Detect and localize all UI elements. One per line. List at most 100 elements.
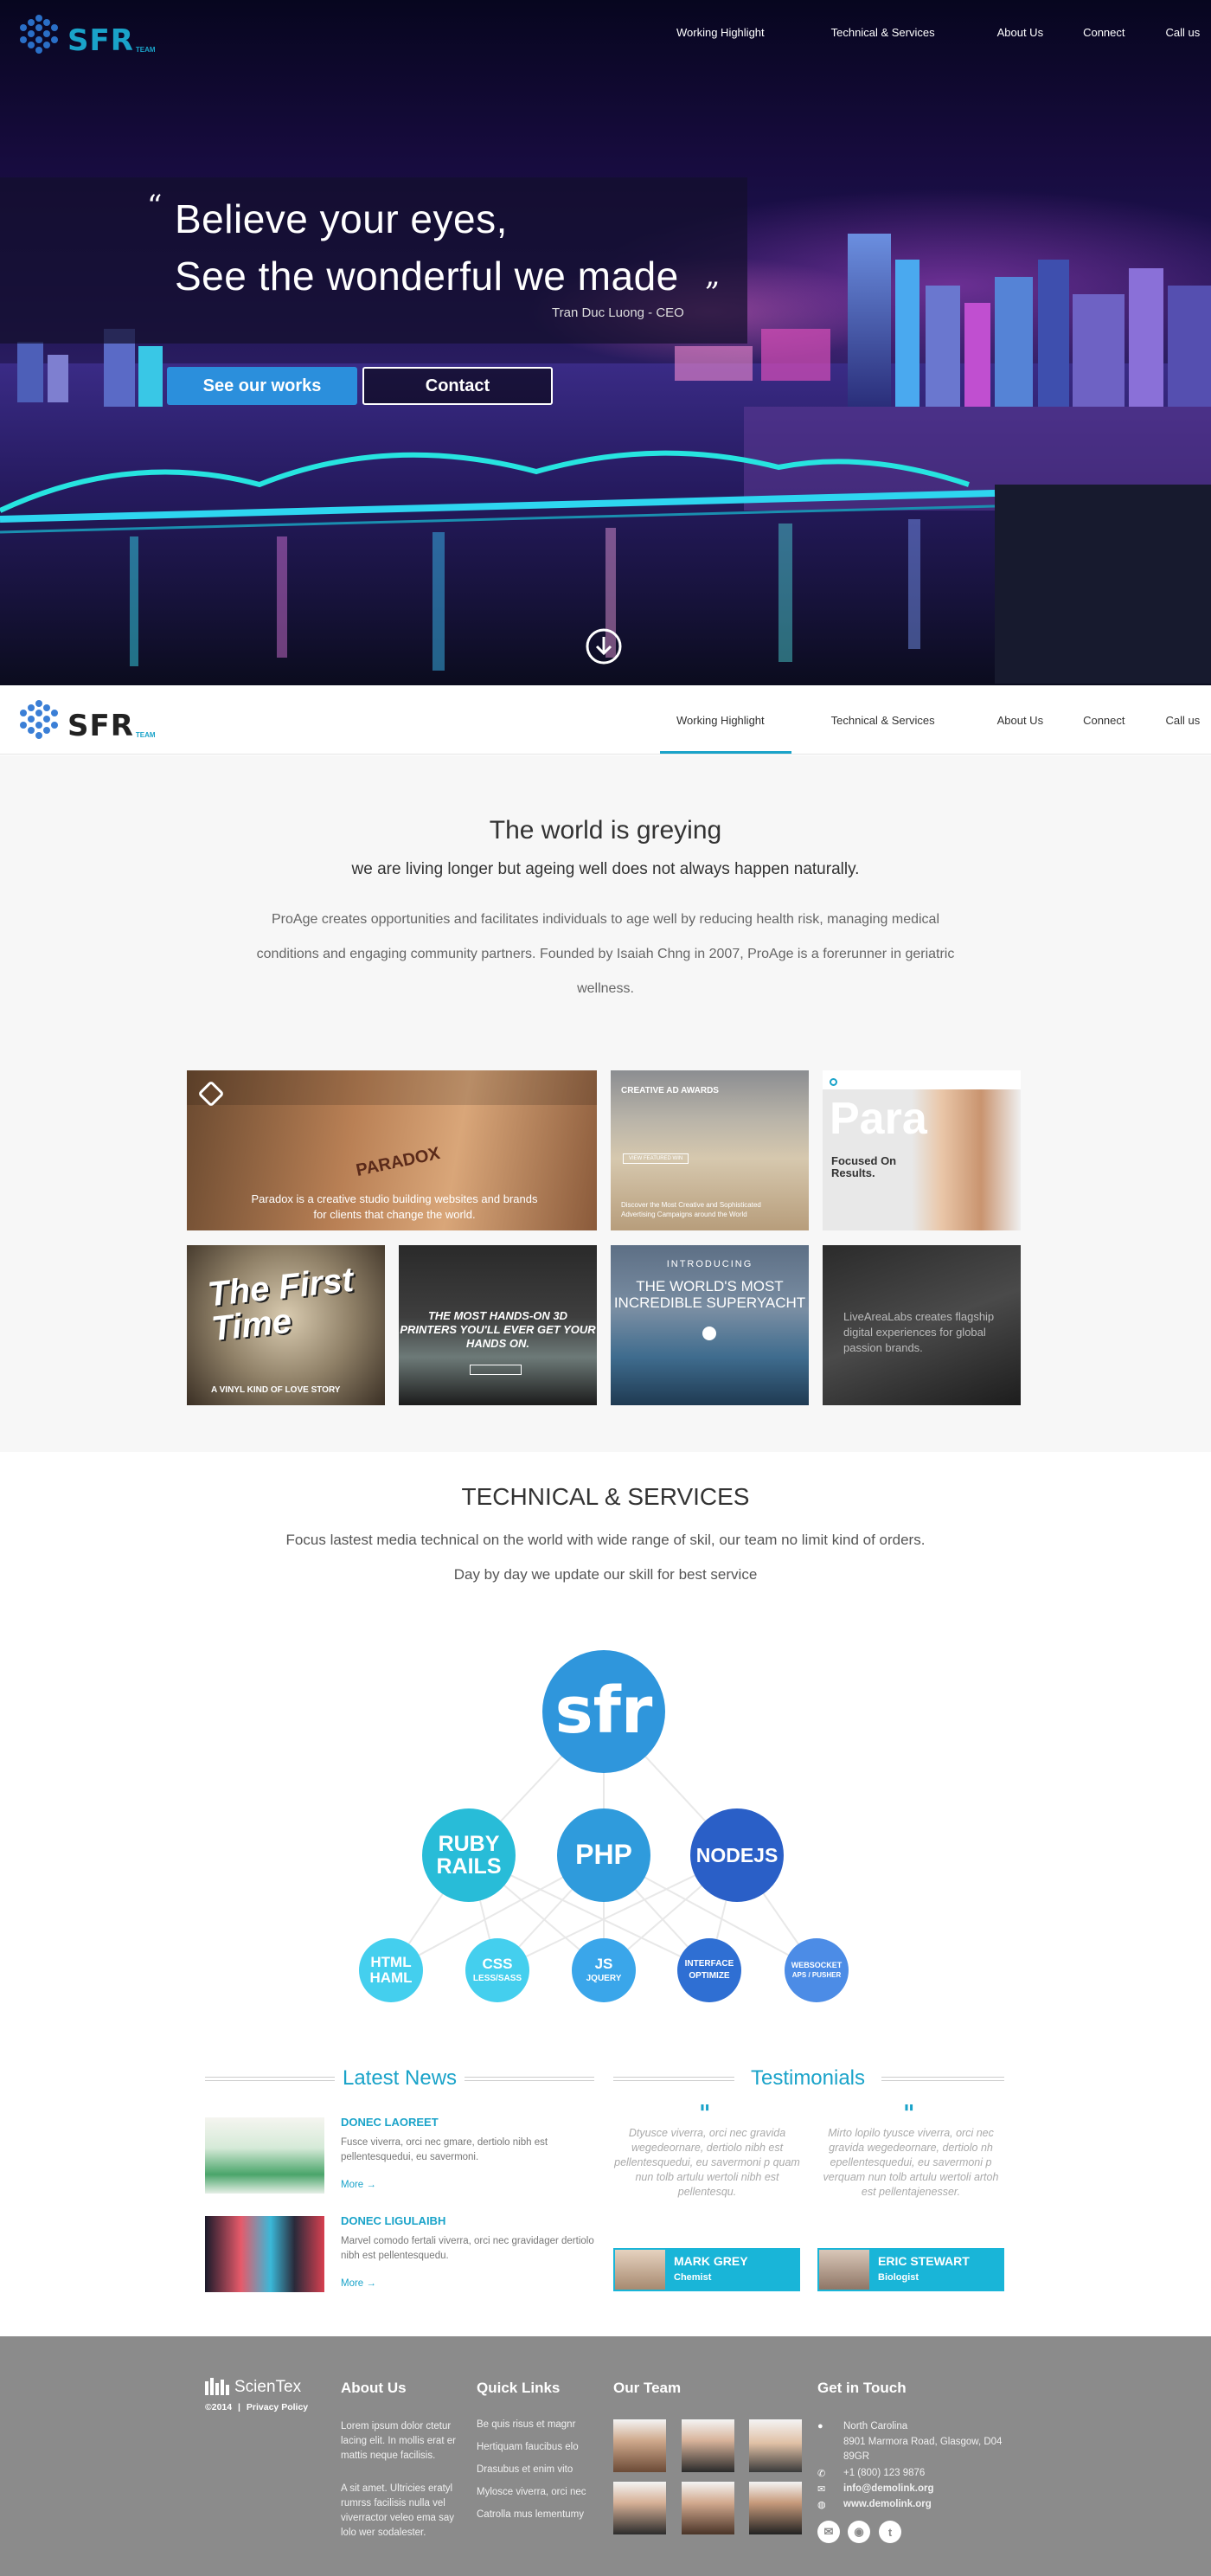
tech-leaf-sub: JQUERY [586,1974,622,1984]
footer-team-title: Our Team [613,2380,682,2396]
contact-email[interactable]: info@demolink.org [843,2482,934,2496]
tech-line1: Focus lastest media technical on the wor… [285,1532,926,1548]
yacht-intro: INTRODUCING [666,1259,753,1269]
footer-logo[interactable]: ScienTex [205,2378,301,2397]
para-title: Para [830,1094,927,1144]
nav-about-us[interactable]: About Us [997,714,1043,727]
yacht-play-icon [702,1327,716,1340]
tech-leaf-label: WEBSOCKET [791,1960,843,1969]
hexagon-logo-icon [20,15,58,54]
footer-link[interactable]: Be quis risus et magnr [477,2419,575,2430]
team-photo[interactable] [682,2482,734,2534]
testimonials-title: Testimonials [750,2066,866,2090]
portfolio-livearea[interactable]: LiveAreaLabs creates flagship digital ex… [823,1245,1021,1405]
tech-node-php: PHP [557,1808,650,1902]
main-nav: Working Highlight Technical & Services A… [676,714,1200,727]
news-image-2[interactable] [205,2216,324,2292]
news-rule-left [205,2077,335,2081]
intro-section: The world is greying we are living longe… [0,755,1211,1452]
news-rule-right [465,2077,594,2081]
scroll-down-button[interactable] [586,629,621,664]
portfolio-printers[interactable]: THE MOST HANDS-ON 3D PRINTERS YOU'LL EVE… [399,1245,597,1405]
contact-button[interactable]: Contact [362,367,553,405]
nav-technical-services[interactable]: Technical & Services [831,714,935,727]
awards-title: CREATIVE AD AWARDS [621,1086,719,1095]
nav-connect[interactable]: Connect [1083,26,1124,39]
scientex-logo-icon [205,2378,229,2395]
footer-link[interactable]: Drasubus et enim vito [477,2464,573,2475]
testimonials-rule-right [881,2077,1004,2081]
hero-quote-line1: Believe your eyes, [175,196,508,241]
nav-connect[interactable]: Connect [1083,714,1124,727]
printers-text: THE MOST HANDS-ON 3D PRINTERS YOU'LL EVE… [400,1309,596,1350]
tech-leaf-label: HTML HAML [369,1954,413,1986]
news-item-title[interactable]: DONEC LIGULAIBH [341,2214,445,2227]
see-our-works-button[interactable]: See our works [167,367,357,405]
tech-leaf-sub: APS / PUSHER [791,1971,842,1980]
avatar [615,2250,665,2290]
portfolio-first-time[interactable]: The First Time A VINYL KIND OF LOVE STOR… [187,1245,385,1405]
hero-section: SFR TEAM Working Highlight Technical & S… [0,0,1211,685]
nav-working-highlight[interactable]: Working Highlight [676,714,765,727]
twitter-social-icon[interactable]: t [879,2521,901,2543]
team-photo[interactable] [613,2482,666,2534]
privacy-link[interactable]: Privacy Policy [247,2402,308,2412]
nav-active-indicator [660,751,791,754]
hero-quote-author: Tran Duc Luong - CEO [552,305,684,320]
footer-about-p2: A sit amet. Ultricies eratyl rumrss faci… [341,2483,455,2538]
hero-logo[interactable]: SFR TEAM [17,12,156,55]
contact-address2: 8901 Marmora Road, Glasgow, D04 89GR [843,2437,1003,2462]
paradox-topbar [187,1070,597,1105]
news-more-link[interactable]: More → [341,2180,376,2190]
livearea-caption: LiveAreaLabs creates flagship digital ex… [843,1310,995,1354]
quote-icon: " [903,2101,915,2127]
email-social-icon[interactable]: ✉ [817,2521,840,2543]
header-logo[interactable]: SFR TEAM [17,697,156,741]
portfolio-para[interactable]: Para Focused On Results. [823,1070,1021,1230]
news-title: Latest News [342,2066,458,2090]
testimonial-text: Dtyusce viverra, orci nec gravida wegede… [614,2127,800,2198]
news-item-title[interactable]: DONEC LAOREET [341,2116,439,2129]
hero-nav: Working Highlight Technical & Services A… [676,26,1200,39]
close-quote-icon: „ [705,258,721,292]
nav-technical-services[interactable]: Technical & Services [831,26,935,39]
person-name: MARK GREY [674,2254,748,2268]
rss-social-icon[interactable]: ◉ [848,2521,870,2543]
tech-node-label: PHP [575,1839,632,1871]
footer-link[interactable]: Mylosce viverra, orci nec [477,2487,586,2497]
nav-about-us[interactable]: About Us [997,26,1043,39]
nav-call-us[interactable]: Call us [1166,714,1201,727]
logo-text: SFR [67,709,134,743]
contact-phone: +1 (800) 123 9876 [843,2468,926,2478]
team-photo[interactable] [682,2419,734,2472]
testimonial-person: ERIC STEWART Biologist [817,2248,1004,2291]
news-more-link[interactable]: More → [341,2278,376,2289]
mail-icon: ✉ [817,2484,826,2495]
para-logo-icon [830,1078,837,1086]
portfolio-paradox[interactable]: PARADOX Paradox is a creative studio bui… [187,1070,597,1230]
team-photo[interactable] [749,2419,802,2472]
portfolio-yacht[interactable]: INTRODUCING THE WORLD'S MOST INCREDIBLE … [611,1245,809,1405]
tech-line2: Day by day we update our skill for best … [453,1566,758,1583]
team-photo[interactable] [613,2419,666,2472]
intro-body: ProAge creates opportunities and facilit… [256,912,955,996]
footer-copyright: ©2014 | Privacy Policy [205,2402,308,2412]
nav-call-us[interactable]: Call us [1166,26,1201,39]
news-image-1[interactable] [205,2117,324,2194]
tech-node-sfr: sfr [542,1650,665,1773]
news-item-body: Marvel comodo fertali viverra, orci nec … [341,2236,594,2261]
footer-link[interactable]: Hertiquam faucibus elo [477,2442,579,2452]
logo-sub: TEAM [135,46,156,54]
phone-icon: ✆ [817,2469,826,2479]
footer-logo-text: ScienTex [234,2378,302,2396]
testimonials-rule-left [613,2077,734,2081]
footer-link[interactable]: Catrolla mus lementumy [477,2509,584,2520]
portfolio-awards[interactable]: CREATIVE AD AWARDS VIEW FEATURED WIN Dis… [611,1070,809,1230]
team-photo[interactable] [749,2482,802,2534]
contact-web[interactable]: www.demolink.org [843,2497,932,2512]
main-header: SFR TEAM Working Highlight Technical & S… [0,685,1211,755]
person-role: Biologist [878,2272,919,2283]
nav-working-highlight[interactable]: Working Highlight [676,26,765,39]
paradox-caption: Paradox is a creative studio building we… [251,1192,538,1221]
tech-leaf-css: CSS LESS/SASS [465,1938,529,2002]
